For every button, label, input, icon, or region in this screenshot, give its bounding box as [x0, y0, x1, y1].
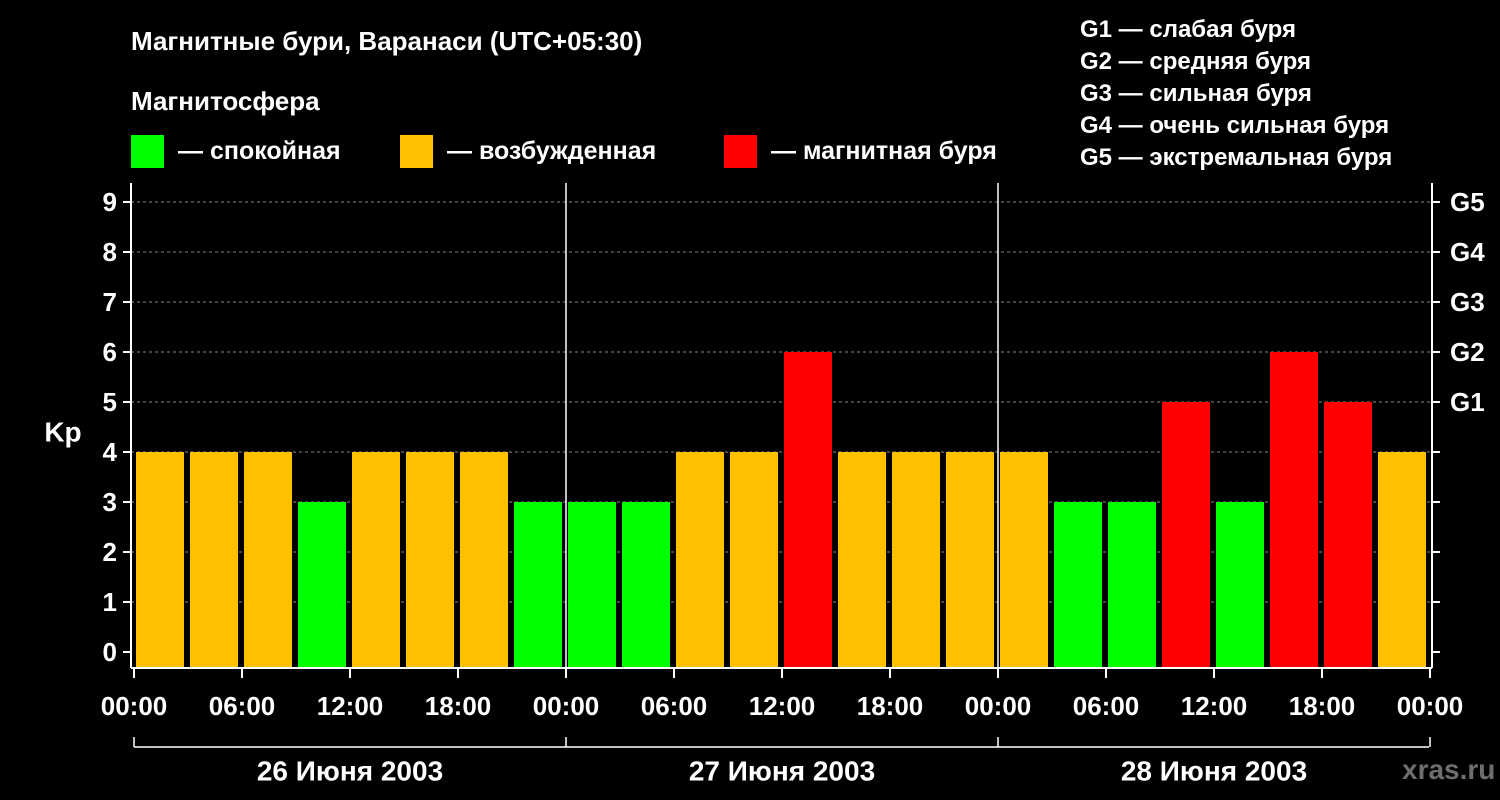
g-level-label: G5: [1450, 187, 1485, 217]
kp-bar: [244, 452, 292, 668]
kp-bar: [1162, 402, 1210, 668]
kp-bar: [892, 452, 940, 668]
y-tick-label: 1: [103, 587, 117, 617]
kp-bar: [460, 452, 508, 668]
kp-bar: [784, 352, 832, 668]
kp-bar: [514, 502, 562, 668]
kp-bar: [838, 452, 886, 668]
y-axis-title: Kp: [44, 417, 81, 448]
y-tick-label: 8: [103, 237, 117, 267]
g-level-label: G1: [1450, 387, 1485, 417]
kp-bar: [1216, 502, 1264, 668]
g-level-label: G3: [1450, 287, 1485, 317]
y-tick-label: 2: [103, 537, 117, 567]
day-label: 28 Июня 2003: [1121, 756, 1307, 787]
kp-bar: [730, 452, 778, 668]
x-tick-label: 00:00: [1397, 691, 1464, 721]
g-level-label: G4: [1450, 237, 1485, 267]
kp-bar: [1000, 452, 1048, 668]
x-tick-label: 00:00: [965, 691, 1032, 721]
x-tick-label: 12:00: [317, 691, 384, 721]
g-level-label: G2: [1450, 337, 1485, 367]
day-label: 26 Июня 2003: [257, 756, 443, 787]
kp-bar: [352, 452, 400, 668]
x-tick-label: 12:00: [1181, 691, 1248, 721]
y-tick-label: 7: [103, 287, 117, 317]
y-tick-label: 3: [103, 487, 117, 517]
x-tick-label: 00:00: [101, 691, 168, 721]
kp-bar: [190, 452, 238, 668]
day-label: 27 Июня 2003: [689, 756, 875, 787]
kp-bar: [946, 452, 994, 668]
kp-bar: [1054, 502, 1102, 668]
y-tick-label: 9: [103, 187, 117, 217]
kp-bar: [622, 502, 670, 668]
y-tick-label: 5: [103, 387, 117, 417]
x-tick-label: 00:00: [533, 691, 600, 721]
x-tick-label: 06:00: [641, 691, 708, 721]
y-tick-label: 4: [103, 437, 118, 467]
kp-bar: [1270, 352, 1318, 668]
watermark: xras.ru: [1402, 754, 1496, 785]
x-tick-label: 06:00: [209, 691, 276, 721]
y-tick-label: 0: [103, 637, 117, 667]
y-tick-label: 6: [103, 337, 117, 367]
x-tick-label: 12:00: [749, 691, 816, 721]
kp-bar: [568, 502, 616, 668]
kp-bar: [1324, 402, 1372, 668]
x-tick-label: 06:00: [1073, 691, 1140, 721]
kp-bar: [136, 452, 184, 668]
kp-bar: [298, 502, 346, 668]
kp-bar: [1108, 502, 1156, 668]
kp-bar: [406, 452, 454, 668]
kp-bar: [676, 452, 724, 668]
x-tick-label: 18:00: [425, 691, 492, 721]
kp-bar-chart: 0 1 2 3 4 5 6 7 8 9 G1 G2 G3 G4 G5 Kp 00:00 06:00 12:00 18:…: [44, 183, 1485, 787]
x-tick-label: 18:00: [1289, 691, 1356, 721]
kp-bar: [1378, 452, 1426, 668]
x-tick-label: 18:00: [857, 691, 924, 721]
